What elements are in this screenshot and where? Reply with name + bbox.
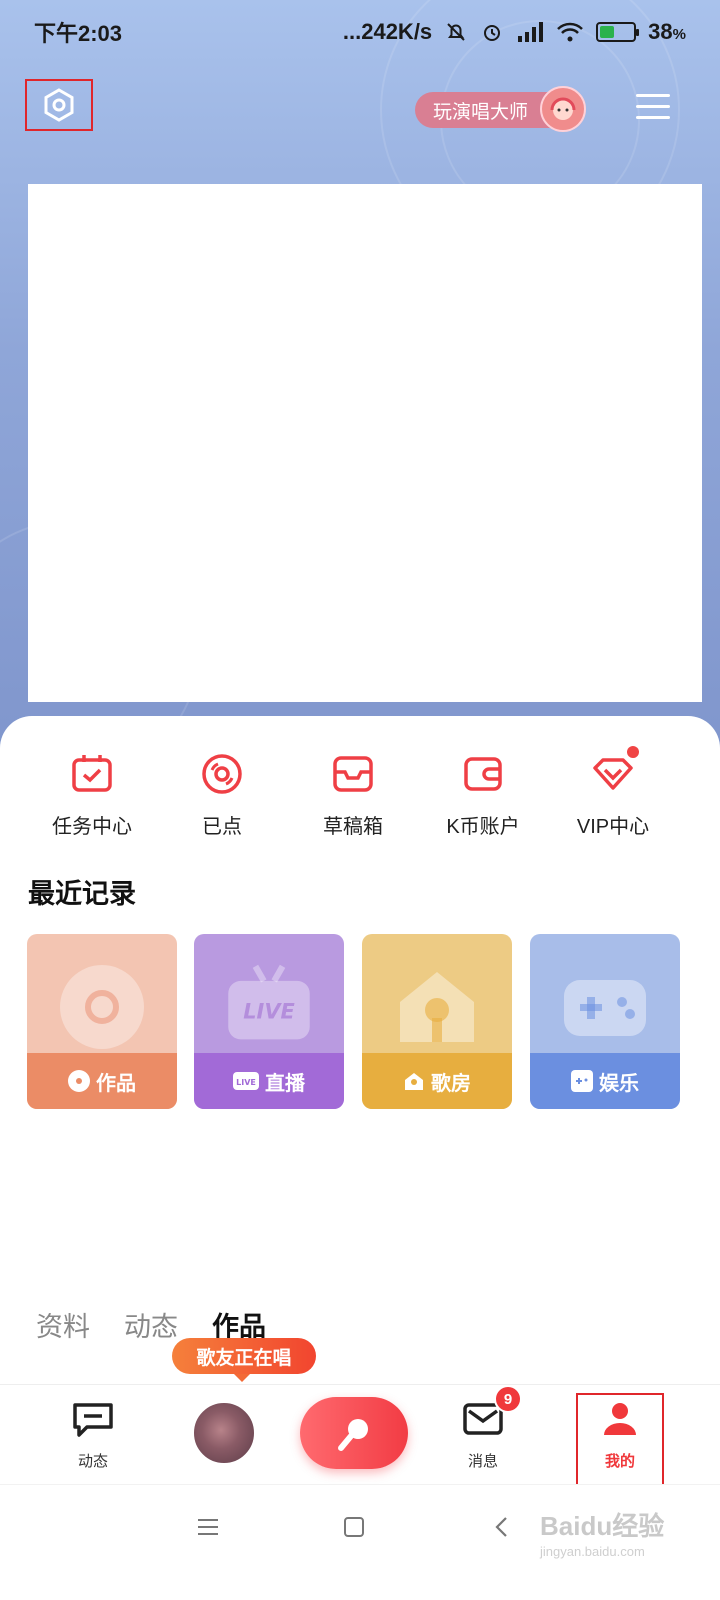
recent-card-label: 作品 bbox=[96, 1072, 136, 1095]
quick-action-drafts[interactable]: 草稿箱 bbox=[288, 752, 418, 842]
disc-small-icon bbox=[68, 1070, 90, 1092]
chat-bubble-icon bbox=[73, 1403, 113, 1437]
gamepad-icon bbox=[564, 980, 646, 1036]
quick-action-vip-center[interactable]: VIP中心 bbox=[548, 746, 678, 842]
menu-button[interactable] bbox=[636, 92, 670, 122]
messages-badge: 9 bbox=[494, 1385, 522, 1413]
nav-mine-label: 我的 bbox=[604, 1453, 635, 1470]
recent-card-label: 娱乐 bbox=[599, 1072, 639, 1095]
house-icon bbox=[400, 972, 474, 1042]
live-small-icon: LIVE bbox=[233, 1072, 259, 1090]
network-speed: ...242K/s bbox=[342, 19, 433, 44]
mute-bell-icon bbox=[447, 23, 465, 41]
recent-card-live[interactable]: LIVE LIVE 直播 bbox=[194, 934, 344, 1109]
battery-unit: % bbox=[672, 26, 686, 43]
quick-action-requested[interactable]: 已点 bbox=[157, 752, 287, 842]
quick-action-label: 草稿箱 bbox=[323, 816, 383, 838]
home-icon[interactable] bbox=[342, 1515, 366, 1539]
disc-icon bbox=[60, 965, 144, 1049]
profile-banner-area bbox=[28, 184, 702, 702]
baidu-watermark-url: jingyan.baidu.com bbox=[540, 1544, 645, 1559]
back-icon[interactable] bbox=[490, 1515, 514, 1539]
baidu-watermark: Baidu经验 bbox=[540, 1511, 665, 1541]
recent-card-live-bar: LIVE 直播 bbox=[194, 1053, 344, 1109]
quick-action-k-coin-account[interactable]: K币账户 bbox=[418, 752, 548, 842]
nav-messages-label: 消息 bbox=[467, 1453, 498, 1470]
quick-action-label: 任务中心 bbox=[52, 816, 132, 838]
settings-hexagon-icon bbox=[44, 88, 74, 122]
singing-master-label: 玩演唱大师 bbox=[433, 101, 529, 123]
bottom-navigation: 动态 消息 9 我的 bbox=[0, 1384, 720, 1489]
calendar-check-icon bbox=[72, 755, 112, 792]
disc-icon bbox=[202, 754, 242, 794]
quick-action-label: K币账户 bbox=[446, 816, 520, 838]
sing-button[interactable] bbox=[300, 1397, 408, 1469]
singing-master-avatar-icon[interactable] bbox=[540, 86, 586, 132]
alarm-icon bbox=[484, 25, 501, 41]
recent-card-label: 歌房 bbox=[431, 1072, 471, 1095]
battery-percent: 38 bbox=[648, 19, 673, 44]
status-time: 下午2:03 bbox=[34, 21, 123, 46]
wallet-icon bbox=[464, 757, 502, 791]
status-bar: 下午2:03 ...242K/s 38% bbox=[0, 0, 720, 64]
quick-action-task-center[interactable]: 任务中心 bbox=[27, 752, 157, 842]
wifi-icon bbox=[557, 22, 584, 42]
battery-icon bbox=[596, 22, 640, 42]
now-singing-avatar[interactable] bbox=[192, 1401, 256, 1465]
quick-actions: 任务中心 已点 草稿箱 K币账户 VIP中心 bbox=[0, 746, 720, 842]
microphone-icon bbox=[338, 1419, 368, 1451]
quick-action-label: 已点 bbox=[202, 816, 242, 838]
live-tv-icon: LIVE bbox=[228, 964, 310, 1040]
gamepad-small-icon bbox=[571, 1070, 593, 1092]
tab-profile-info[interactable]: 资料 bbox=[36, 1305, 90, 1344]
signal-icon bbox=[518, 22, 544, 42]
recent-card-entertainment[interactable]: 娱乐 bbox=[530, 934, 680, 1109]
quick-action-label: VIP中心 bbox=[576, 816, 650, 838]
person-icon bbox=[604, 1403, 636, 1435]
recent-card-song-room-bar: 歌房 bbox=[362, 1053, 512, 1109]
recent-card-label: 直播 bbox=[265, 1072, 305, 1095]
svg-text:LIVE: LIVE bbox=[236, 1078, 256, 1087]
vip-notification-dot bbox=[627, 746, 639, 758]
recent-card-song-room[interactable]: 歌房 bbox=[362, 934, 512, 1109]
recent-card-entertainment-bar: 娱乐 bbox=[530, 1053, 680, 1109]
settings-button[interactable] bbox=[25, 79, 93, 131]
recent-card-works[interactable]: 作品 bbox=[27, 934, 177, 1109]
vip-diamond-icon bbox=[593, 758, 633, 790]
tab-feed[interactable]: 动态 bbox=[124, 1305, 178, 1344]
recent-apps-icon[interactable] bbox=[196, 1515, 220, 1539]
house-small-icon bbox=[403, 1070, 425, 1092]
nav-feed[interactable]: 动态 bbox=[48, 1399, 138, 1471]
headphone-girl-icon bbox=[550, 97, 576, 120]
nav-mine[interactable]: 我的 bbox=[575, 1399, 665, 1471]
nav-feed-label: 动态 bbox=[77, 1453, 108, 1470]
svg-text:LIVE: LIVE bbox=[243, 999, 294, 1023]
recent-card-works-bar: 作品 bbox=[27, 1053, 177, 1109]
recent-records-title: 最近记录 bbox=[28, 879, 136, 909]
friends-singing-bubble[interactable]: 歌友正在唱 bbox=[172, 1338, 316, 1382]
inbox-icon bbox=[333, 756, 373, 792]
